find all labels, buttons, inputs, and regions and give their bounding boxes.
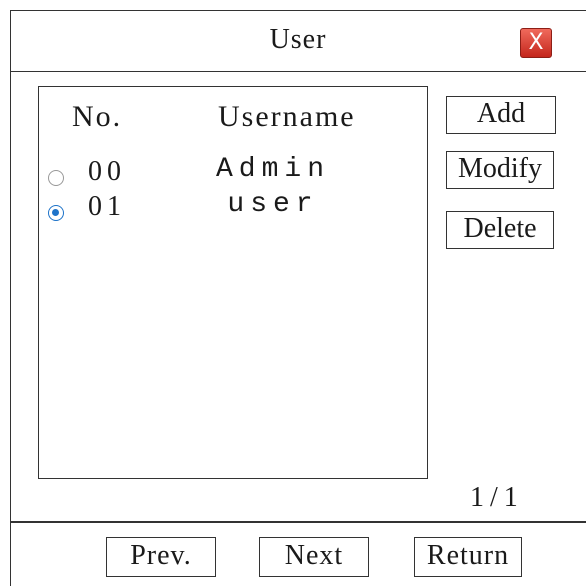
next-button[interactable]: Next bbox=[259, 537, 369, 577]
add-button[interactable]: Add bbox=[446, 96, 556, 134]
page-indicator: 1/1 bbox=[470, 482, 524, 513]
user-number: 01 bbox=[88, 191, 126, 222]
column-header-username: Username bbox=[218, 100, 356, 133]
list-item[interactable]: 01 user bbox=[48, 189, 418, 231]
username-cell: user bbox=[227, 189, 319, 220]
column-header-no: No. bbox=[72, 100, 123, 133]
close-button[interactable]: X bbox=[520, 28, 552, 58]
close-icon: X bbox=[528, 30, 544, 55]
radio-button-selected[interactable] bbox=[48, 205, 64, 221]
return-button[interactable]: Return bbox=[414, 537, 522, 577]
delete-button[interactable]: Delete bbox=[446, 211, 554, 249]
radio-button[interactable] bbox=[48, 170, 64, 186]
user-list bbox=[38, 86, 428, 479]
modify-button[interactable]: Modify bbox=[446, 151, 554, 189]
username-cell: Admin bbox=[215, 154, 330, 185]
prev-button[interactable]: Prev. bbox=[106, 537, 216, 577]
divider bbox=[10, 521, 586, 523]
title-bar: User bbox=[10, 10, 586, 72]
user-number: 00 bbox=[88, 156, 126, 187]
dialog-title: User bbox=[269, 24, 327, 55]
